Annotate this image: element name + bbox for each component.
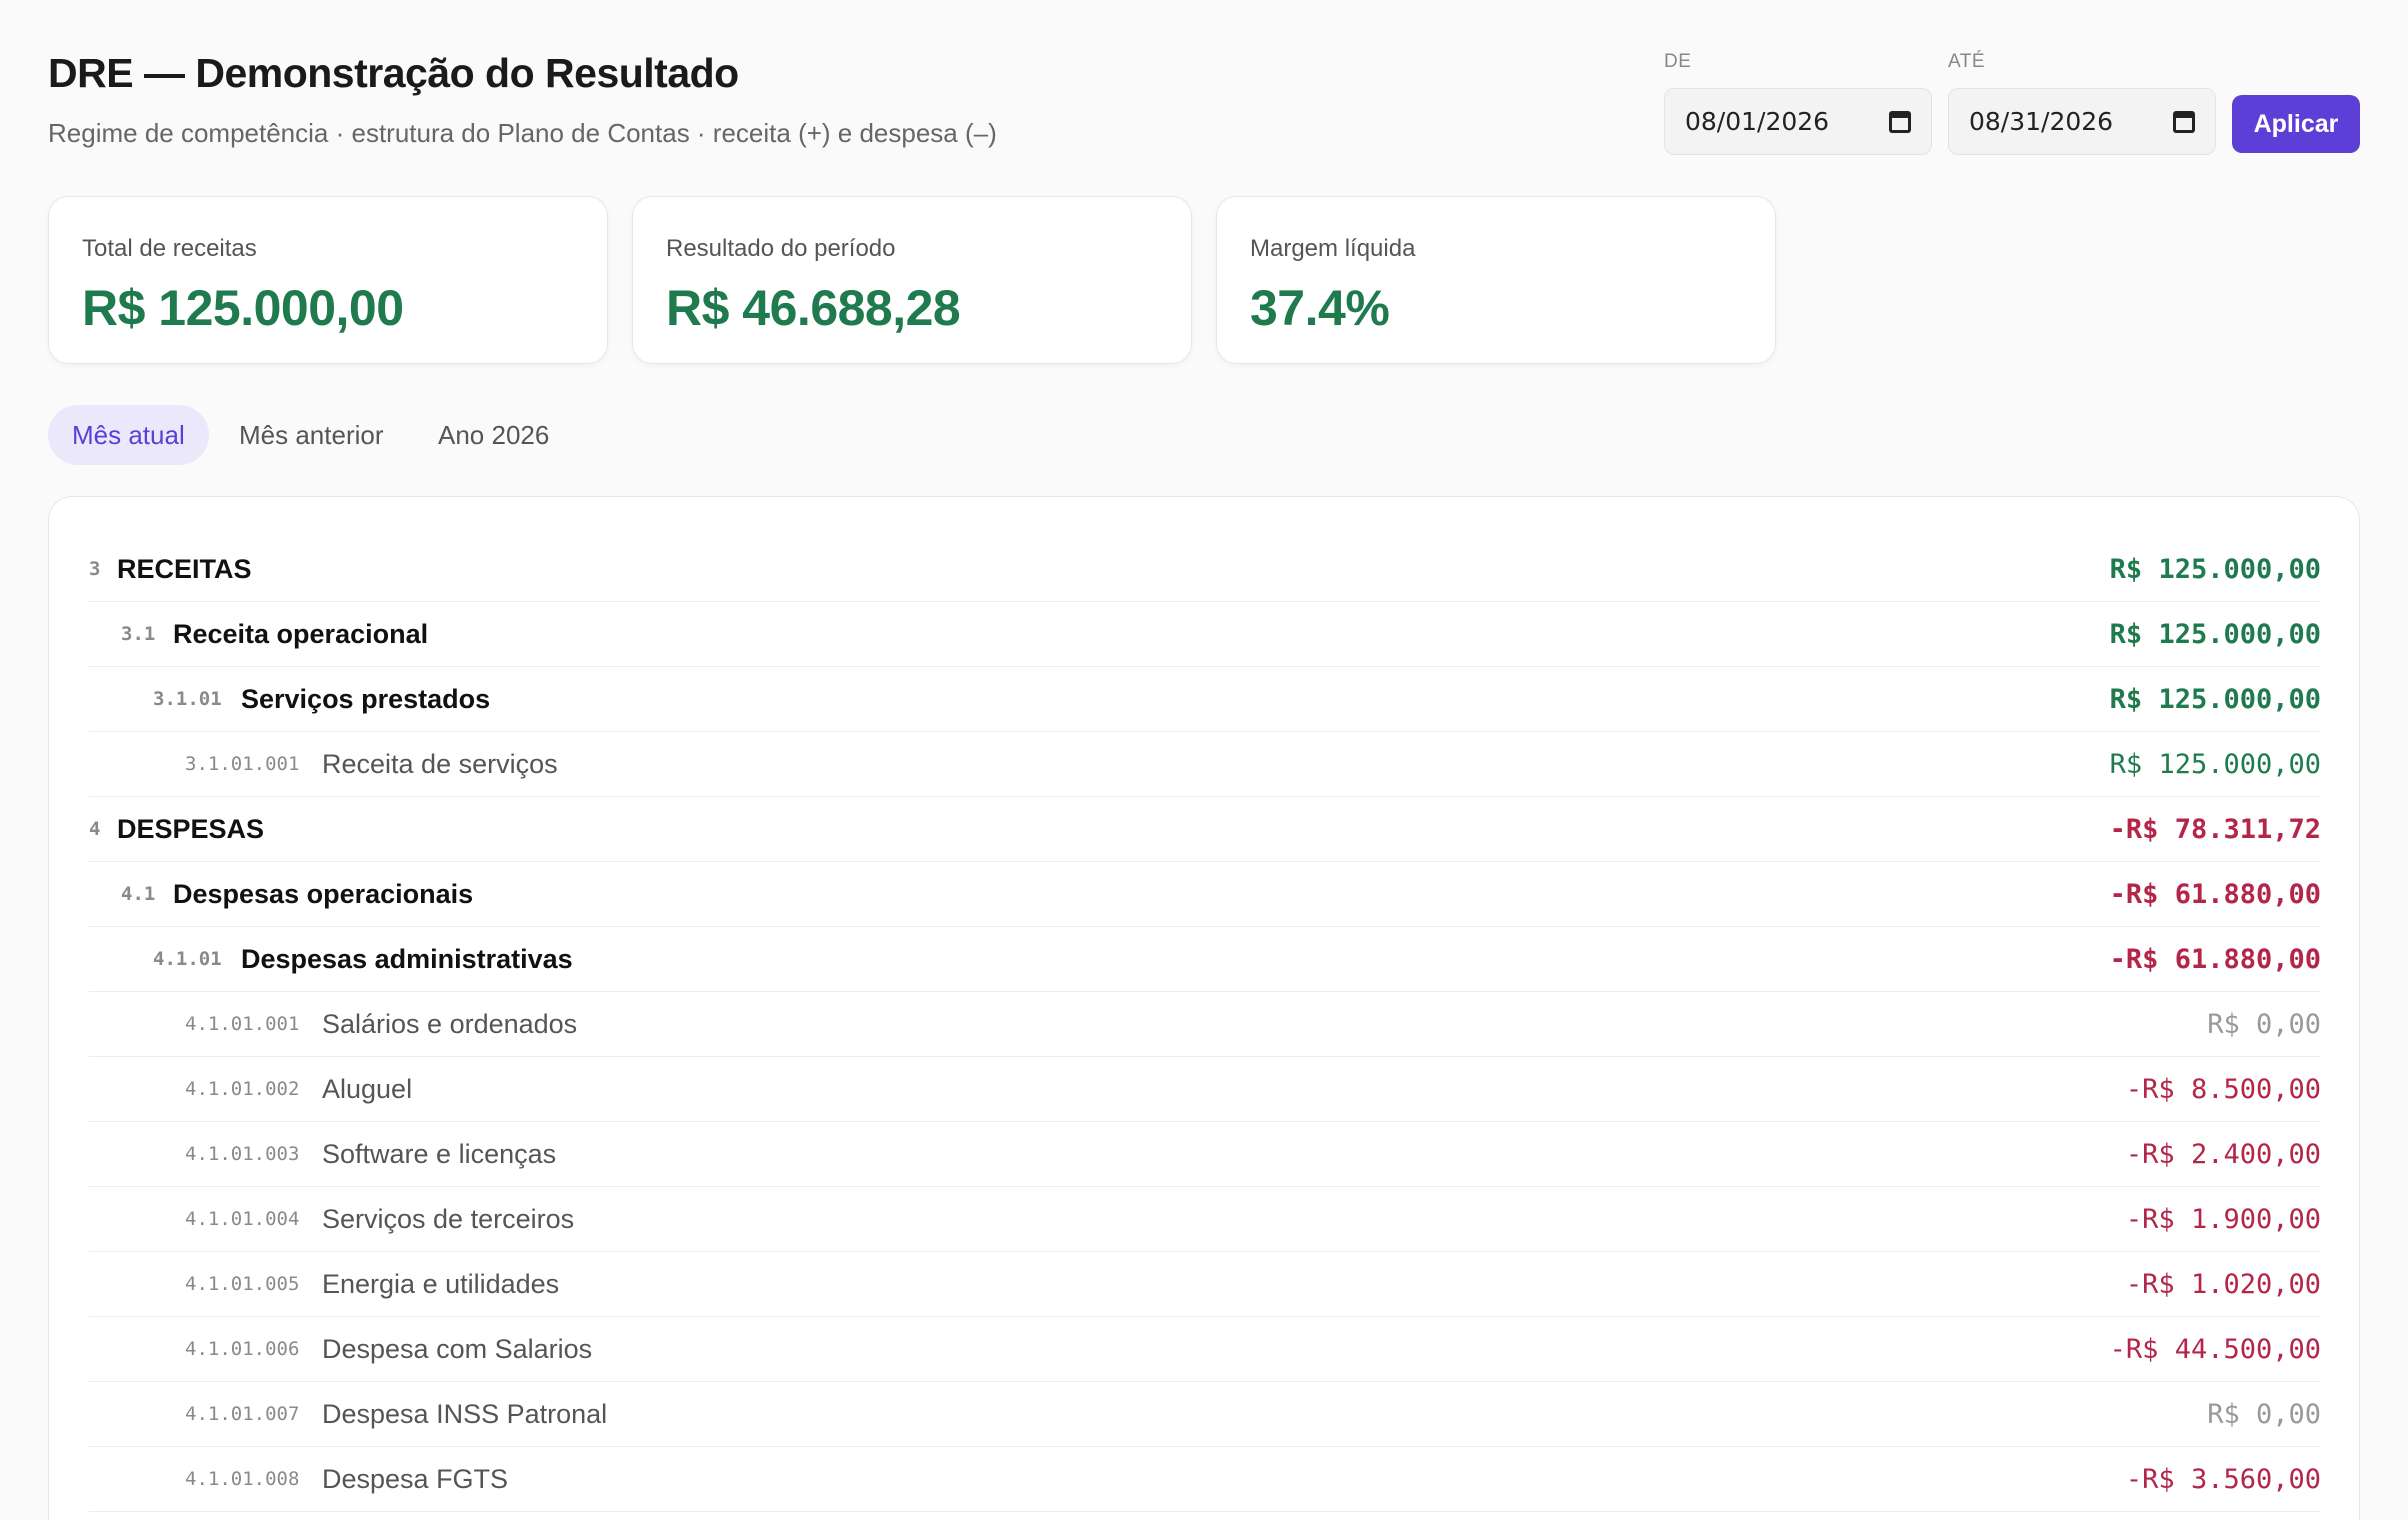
account-code: 3.1 [121, 623, 156, 645]
dre-page: DRE — Demonstração do Resultado Regime d… [0, 0, 2408, 1520]
account-amount: -R$ 78.311,72 [2109, 814, 2321, 845]
from-date-value: 08/01/2026 [1685, 107, 1830, 136]
table-row[interactable]: 3.1.01 Serviços prestados R$ 125.000,00 [89, 667, 2321, 732]
account-name: Serviços de terceiros [322, 1204, 575, 1234]
account-code: 3.1.01 [153, 688, 222, 710]
account-amount: -R$ 44.500,00 [2109, 1334, 2321, 1365]
account-code: 4.1.01.001 [185, 1013, 300, 1035]
from-date-group: DE 08/01/2026 [1664, 50, 1932, 155]
tab-previous-month[interactable]: Mês anterior [215, 405, 408, 465]
account-name: Despesa com Salarios [322, 1334, 593, 1364]
table-row[interactable]: 4.1.01.007 Despesa INSS Patronal R$ 0,00 [89, 1382, 2321, 1447]
account-code: 3.1.01.001 [185, 753, 300, 775]
to-date-value: 08/31/2026 [1969, 107, 2114, 136]
account-code: 3 [89, 558, 101, 580]
page-subtitle: Regime de competência · estrutura do Pla… [48, 118, 997, 148]
to-date-input[interactable]: 08/31/2026 [1948, 88, 2216, 155]
table-row[interactable]: 4.1.01 Despesas administrativas -R$ 61.8… [89, 927, 2321, 992]
to-date-label: ATÉ [1948, 51, 1986, 72]
table-row[interactable]: 4 DESPESAS -R$ 78.311,72 [89, 797, 2321, 862]
account-amount: -R$ 1.020,00 [2125, 1269, 2321, 1300]
account-name: Software e licenças [322, 1139, 557, 1169]
page-title: DRE — Demonstração do Resultado [48, 50, 739, 96]
account-name: Receita operacional [173, 619, 429, 649]
table-row[interactable]: 4.1.01.004 Serviços de terceiros -R$ 1.9… [89, 1187, 2321, 1252]
apply-button[interactable]: Aplicar [2232, 95, 2360, 153]
account-name: Despesa FGTS [322, 1464, 509, 1494]
calendar-icon[interactable] [2173, 110, 2195, 133]
account-code: 4.1.01.006 [185, 1338, 300, 1360]
account-code: 4.1.01.004 [185, 1208, 300, 1230]
account-amount: -R$ 61.880,00 [2109, 879, 2321, 910]
to-date-group: ATÉ 08/31/2026 [1948, 50, 2216, 155]
account-amount: -R$ 8.500,00 [2125, 1074, 2321, 1105]
table-row[interactable]: 4.1.01.002 Aluguel -R$ 8.500,00 [89, 1057, 2321, 1122]
account-name: Despesas administrativas [241, 944, 573, 974]
kpi-label: Total de receitas [82, 235, 257, 262]
account-amount: R$ 0,00 [2207, 1399, 2321, 1430]
table-row[interactable]: 4.1 Despesas operacionais -R$ 61.880,00 [89, 862, 2321, 927]
account-code: 4.1.01.008 [185, 1468, 300, 1490]
kpi-label: Margem líquida [1250, 235, 1416, 262]
kpi-value: R$ 46.688,28 [666, 280, 961, 336]
account-code: 4.1.01 [153, 948, 222, 970]
dre-table: 3 RECEITAS R$ 125.000,00 3.1 Receita ope… [48, 496, 2360, 1520]
account-amount: R$ 125.000,00 [2109, 749, 2321, 780]
from-date-label: DE [1664, 51, 1692, 72]
kpi-card-net-margin: Margem líquida 37.4% [1216, 196, 1776, 364]
account-name: Salários e ordenados [322, 1009, 578, 1039]
table-row[interactable]: 3.1 Receita operacional R$ 125.000,00 [89, 602, 2321, 667]
table-row[interactable]: 4.1.01.001 Salários e ordenados R$ 0,00 [89, 992, 2321, 1057]
account-code: 4.1.01.005 [185, 1273, 300, 1295]
account-amount: -R$ 61.880,00 [2109, 944, 2321, 975]
account-name: Energia e utilidades [322, 1269, 560, 1299]
account-name: Aluguel [322, 1074, 413, 1104]
kpi-card-total-revenue: Total de receitas R$ 125.000,00 [48, 196, 608, 364]
from-date-input[interactable]: 08/01/2026 [1664, 88, 1932, 155]
table-row[interactable]: 3.1.01.001 Receita de serviços R$ 125.00… [89, 732, 2321, 797]
account-code: 4.1.01.007 [185, 1403, 300, 1425]
kpi-card-period-result: Resultado do período R$ 46.688,28 [632, 196, 1192, 364]
account-name: Serviços prestados [241, 684, 491, 714]
account-name: RECEITAS [117, 554, 252, 584]
tab-year[interactable]: Ano 2026 [414, 405, 573, 465]
account-amount: -R$ 1.900,00 [2125, 1204, 2321, 1235]
account-code: 4.1.01.003 [185, 1143, 300, 1165]
account-amount: R$ 125.000,00 [2109, 619, 2321, 650]
calendar-icon[interactable] [1889, 110, 1911, 133]
account-code: 4.1.01.002 [185, 1078, 300, 1100]
kpi-value: 37.4% [1250, 280, 1390, 336]
account-name: Despesas operacionais [173, 879, 474, 909]
account-name: Despesa INSS Patronal [322, 1399, 608, 1429]
kpi-value: R$ 125.000,00 [82, 280, 404, 336]
account-amount: -R$ 3.560,00 [2125, 1464, 2321, 1495]
table-row[interactable]: 4.1.01.006 Despesa com Salarios -R$ 44.5… [89, 1317, 2321, 1382]
table-row[interactable]: 4.1.01.003 Software e licenças -R$ 2.400… [89, 1122, 2321, 1187]
table-row[interactable]: 3 RECEITAS R$ 125.000,00 [89, 537, 2321, 602]
account-name: Receita de serviços [322, 749, 558, 779]
table-row[interactable]: 4.1.01.008 Despesa FGTS -R$ 3.560,00 [89, 1447, 2321, 1512]
account-amount: R$ 125.000,00 [2109, 554, 2321, 585]
account-code: 4 [89, 818, 101, 840]
account-code: 4.1 [121, 883, 156, 905]
account-amount: R$ 0,00 [2207, 1009, 2321, 1040]
account-name: DESPESAS [117, 814, 265, 844]
kpi-label: Resultado do período [666, 235, 896, 262]
tab-current-month[interactable]: Mês atual [48, 405, 209, 465]
account-amount: R$ 125.000,00 [2109, 684, 2321, 715]
table-row[interactable]: 4.1.01.005 Energia e utilidades -R$ 1.02… [89, 1252, 2321, 1317]
account-amount: -R$ 2.400,00 [2125, 1139, 2321, 1170]
